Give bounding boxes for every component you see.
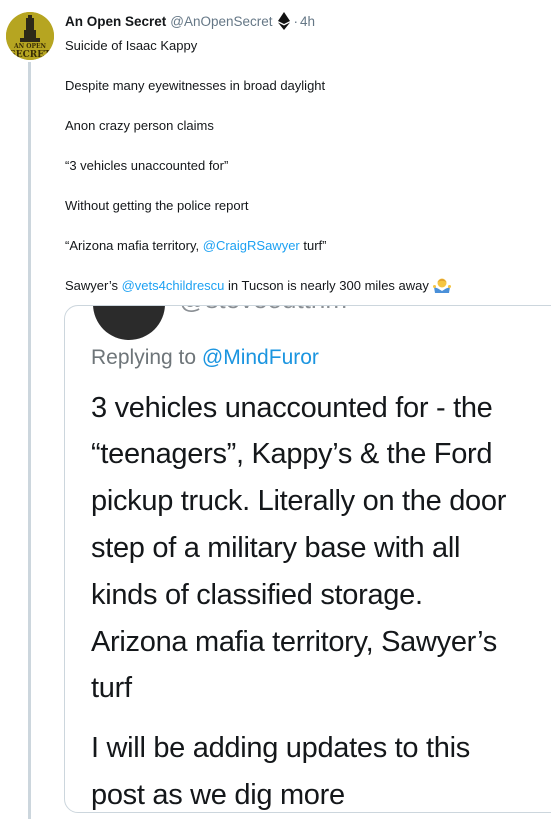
tweet-line: Sawyer’s @vets4childrescu in Tucson is n… bbox=[65, 277, 451, 298]
tweet-line: Anon crazy person claims bbox=[65, 118, 214, 133]
author-handle[interactable]: @AnOpenSecret bbox=[170, 14, 272, 29]
thread-connector-line bbox=[28, 62, 31, 819]
tweet-line: “Arizona mafia territory, @CraigRSawyer … bbox=[65, 237, 326, 255]
replying-mention: @MindFuror bbox=[201, 346, 319, 369]
tweet-timestamp[interactable]: 4h bbox=[300, 14, 315, 29]
tweet-line: Without getting the police report bbox=[65, 198, 249, 213]
tweet-text: “Arizona mafia territory, bbox=[65, 238, 203, 253]
avatar-text-line2: SECRET bbox=[9, 50, 51, 60]
replying-to: Replying to @MindFuror bbox=[91, 346, 319, 370]
separator-dot: · bbox=[293, 13, 299, 29]
tweet-text: Sawyer’s bbox=[65, 278, 122, 293]
tweet-text: in Tucson is nearly 300 miles away bbox=[224, 278, 429, 293]
tweet-line: Suicide of Isaac Kappy bbox=[65, 38, 198, 53]
mention-link[interactable]: @CraigRSawyer bbox=[203, 238, 300, 253]
embedded-body-line: “teenagers”, Kappy’s & the Ford bbox=[91, 438, 493, 470]
embedded-body-line: pickup truck. Literally on the door bbox=[91, 485, 507, 517]
embedded-avatar bbox=[93, 306, 165, 340]
embedded-body-line: I will be adding updates to this bbox=[91, 732, 470, 764]
tweet-line: Despite many eyewitnesses in broad dayli… bbox=[65, 78, 326, 93]
embedded-handle: @steveouttrim bbox=[179, 306, 347, 315]
embedded-body-line: Arizona mafia territory, Sawyer’s bbox=[91, 626, 497, 658]
avatar[interactable]: AN OPEN SECRET bbox=[6, 12, 54, 60]
tweet-header: An Open Secret @AnOpenSecret · 4h bbox=[65, 11, 315, 31]
replying-prefix: Replying to bbox=[91, 346, 202, 369]
tweet-text: turf” bbox=[299, 238, 327, 253]
tweet-line: “3 vehicles unaccounted for” bbox=[65, 158, 229, 173]
embedded-tweet-image[interactable]: @steveouttrim Replying to @MindFuror 3 v… bbox=[64, 305, 551, 813]
embedded-body-line: 3 vehicles unaccounted for - the bbox=[91, 392, 493, 424]
embedded-body-line: post as we dig more bbox=[91, 779, 345, 811]
man-shrugging-emoji-icon bbox=[432, 277, 451, 298]
embedded-body-line: kinds of classified storage. bbox=[91, 579, 423, 611]
mention-link[interactable]: @vets4childrescu bbox=[122, 278, 225, 293]
embedded-body-line: step of a military base with all bbox=[91, 532, 461, 564]
author-name[interactable]: An Open Secret bbox=[65, 14, 166, 29]
embedded-body-line: turf bbox=[91, 672, 132, 704]
ethereum-diamond-icon bbox=[277, 12, 290, 30]
